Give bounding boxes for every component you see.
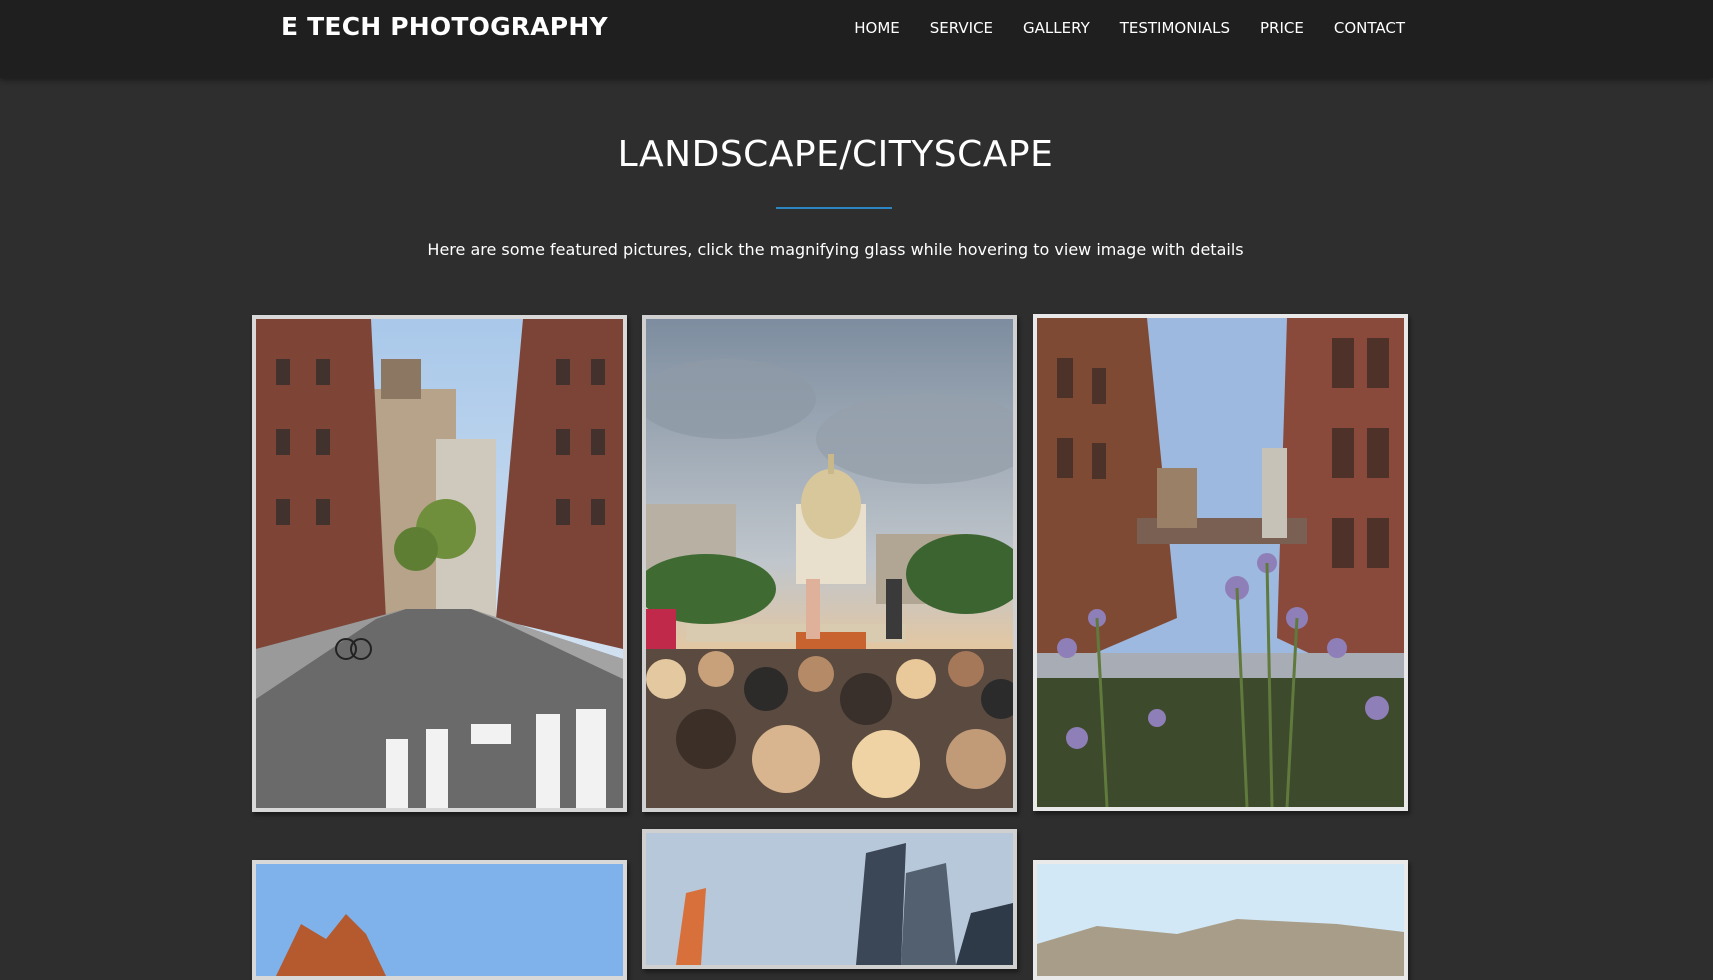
title-divider — [776, 207, 892, 209]
section-subtitle: Here are some featured pictures, click t… — [427, 240, 1244, 259]
gallery-photo-street[interactable] — [252, 315, 627, 812]
highline-photo-image — [1037, 318, 1404, 807]
nav-price[interactable]: PRICE — [1260, 19, 1304, 37]
rocks-photo-image — [256, 864, 623, 976]
mountains-photo-image — [1037, 864, 1404, 976]
street-photo-image — [256, 319, 623, 808]
nav-service[interactable]: SERVICE — [930, 19, 993, 37]
gallery-photo-concert[interactable] — [642, 315, 1017, 812]
section-title: LANDSCAPE/CITYSCAPE — [617, 134, 1054, 175]
nav-home[interactable]: HOME — [854, 19, 900, 37]
nav-testimonials[interactable]: TESTIMONIALS — [1120, 19, 1230, 37]
gallery-photo-skyscrapers[interactable] — [642, 829, 1017, 969]
nav-gallery[interactable]: GALLERY — [1023, 19, 1090, 37]
skyscrapers-photo-image — [646, 833, 1013, 965]
concert-photo-image — [646, 319, 1013, 808]
nav-contact[interactable]: CONTACT — [1334, 19, 1405, 37]
brand-logo[interactable]: E TECH PHOTOGRAPHY — [281, 12, 608, 41]
navbar: E TECH PHOTOGRAPHY HOME SERVICE GALLERY … — [0, 0, 1713, 78]
gallery-photo-rocks[interactable] — [252, 860, 627, 980]
nav-menu: HOME SERVICE GALLERY TESTIMONIALS PRICE … — [824, 19, 1405, 37]
gallery-photo-highline[interactable] — [1033, 314, 1408, 811]
gallery-photo-mountains[interactable] — [1033, 860, 1408, 980]
